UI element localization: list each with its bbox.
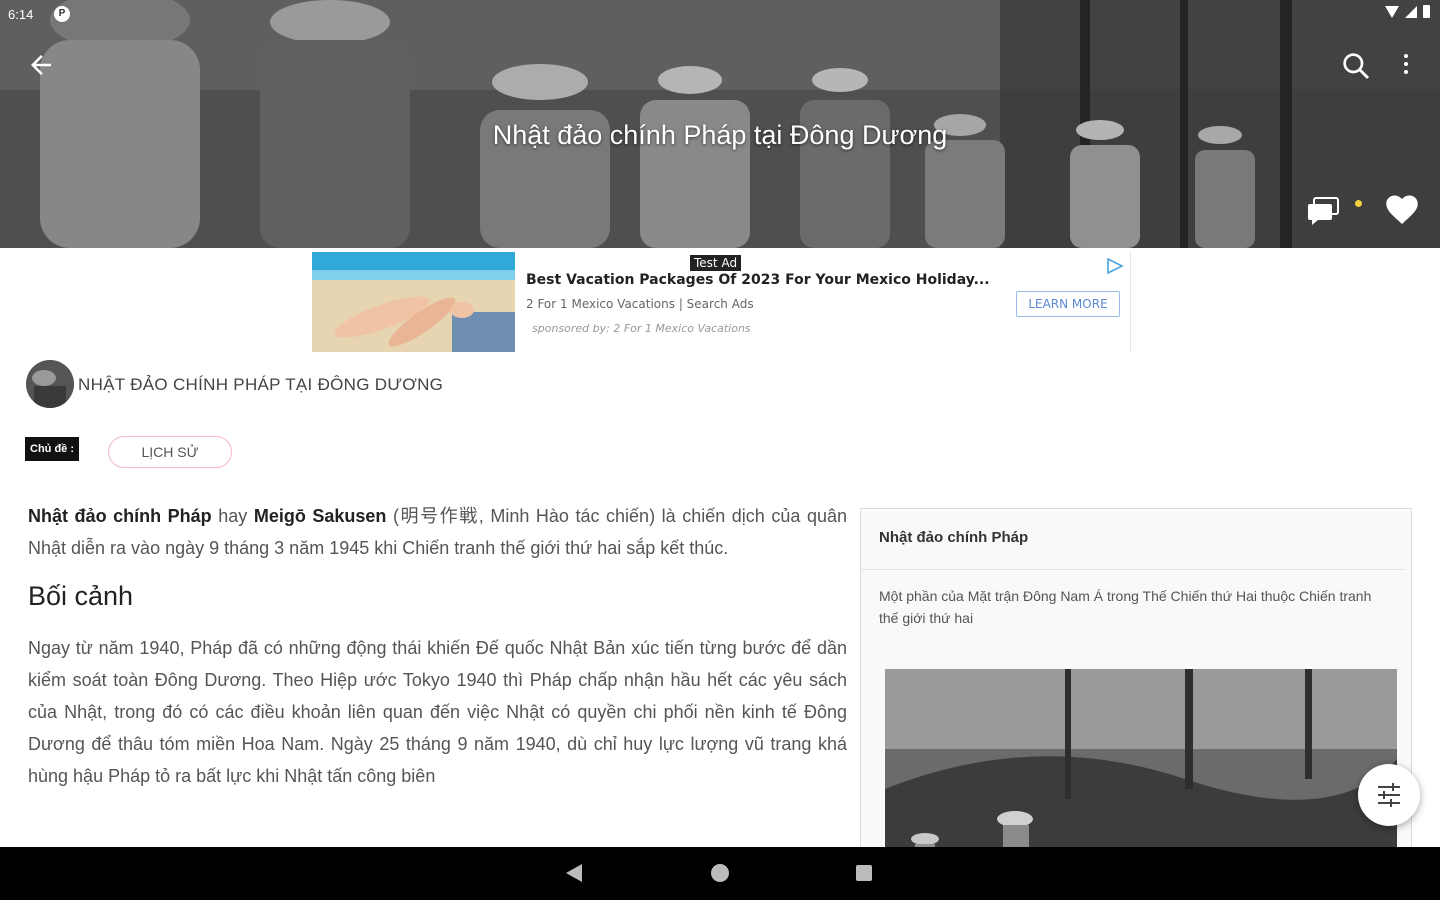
infobox-title: Nhật đảo chính Pháp [879, 529, 1029, 546]
article-heading: NHẬT ĐẢO CHÍNH PHÁP TẠI ĐÔNG DƯƠNG [78, 375, 444, 394]
section-heading: Bối cảnh [28, 581, 134, 611]
test-ad-label: Test Ad [690, 255, 742, 271]
nav-home-icon[interactable] [711, 864, 729, 882]
adchoices-icon[interactable] [1106, 257, 1124, 279]
ad-banner[interactable]: Test Ad Best Vacation Packages Of 2023 F… [312, 252, 1131, 352]
ad-subtitle: 2 For 1 Mexico Vacations | Search Ads [526, 297, 754, 311]
status-time: 6:14 [8, 7, 34, 22]
heart-icon [1386, 195, 1418, 224]
wifi-icon [1385, 5, 1399, 18]
notification-badge-icon: P [54, 6, 70, 22]
back-button[interactable] [26, 50, 56, 80]
ad-sponsor: sponsored by: 2 For 1 Mexico Vacations [532, 322, 751, 335]
soldiers-photo [885, 669, 1397, 869]
beach-image [312, 252, 515, 352]
tune-icon [1378, 783, 1400, 807]
status-bar: 6:14 P [0, 0, 1440, 30]
more-options-button[interactable] [1396, 50, 1416, 82]
infobox-divider [861, 569, 1405, 570]
hero-title: Nhật đảo chính Pháp tại Đông Dương [492, 120, 948, 150]
ad-title[interactable]: Best Vacation Packages Of 2023 For Your … [526, 272, 990, 288]
status-icons [1385, 5, 1430, 18]
infobox-photo[interactable] [885, 669, 1397, 869]
ad-image[interactable] [312, 252, 515, 352]
new-comment-indicator [1355, 200, 1362, 207]
learn-more-button[interactable]: LEARN MORE [1016, 291, 1120, 317]
reading-settings-button[interactable] [1358, 764, 1420, 826]
comment-icon [1308, 197, 1339, 225]
intro-paragraph: Nhật đảo chính Pháp hay Meigō Sakusen (明… [28, 500, 847, 564]
more-vert-icon [1404, 54, 1408, 58]
nav-recents-icon[interactable] [856, 865, 872, 881]
nav-back-icon[interactable] [566, 864, 582, 882]
article-avatar [26, 360, 74, 408]
comment-button[interactable] [1306, 196, 1340, 226]
topic-chip-lich-su[interactable]: LỊCH SỬ [108, 436, 232, 468]
infobox: Nhật đảo chính Pháp Một phần của Mặt trậ… [860, 508, 1412, 870]
intro-term-2: Meigō Sakusen [253, 506, 387, 526]
intro-connector: hay [211, 506, 254, 526]
favorite-button[interactable] [1384, 192, 1420, 226]
search-button[interactable] [1340, 50, 1372, 82]
arrow-left-icon [31, 55, 51, 75]
infobox-subtitle: Một phần của Mặt trận Đông Nam Á trong T… [879, 588, 1372, 626]
search-icon [1343, 53, 1370, 80]
hero-header: 6:14 P Nhật đảo chính Pháp tại Đông Dươn… [0, 0, 1440, 248]
intro-term-1: Nhật đảo chính Pháp [28, 506, 212, 526]
article-body: Nhật đảo chính Pháp hay Meigō Sakusen (明… [28, 500, 847, 792]
topic-label: Chủ đề : [25, 437, 79, 461]
battery-icon [1423, 5, 1430, 18]
avatar-image [26, 360, 74, 408]
signal-icon [1405, 5, 1417, 18]
system-navigation-bar [0, 847, 1440, 900]
background-paragraph: Ngay từ năm 1940, Pháp đã có những động … [28, 638, 847, 786]
